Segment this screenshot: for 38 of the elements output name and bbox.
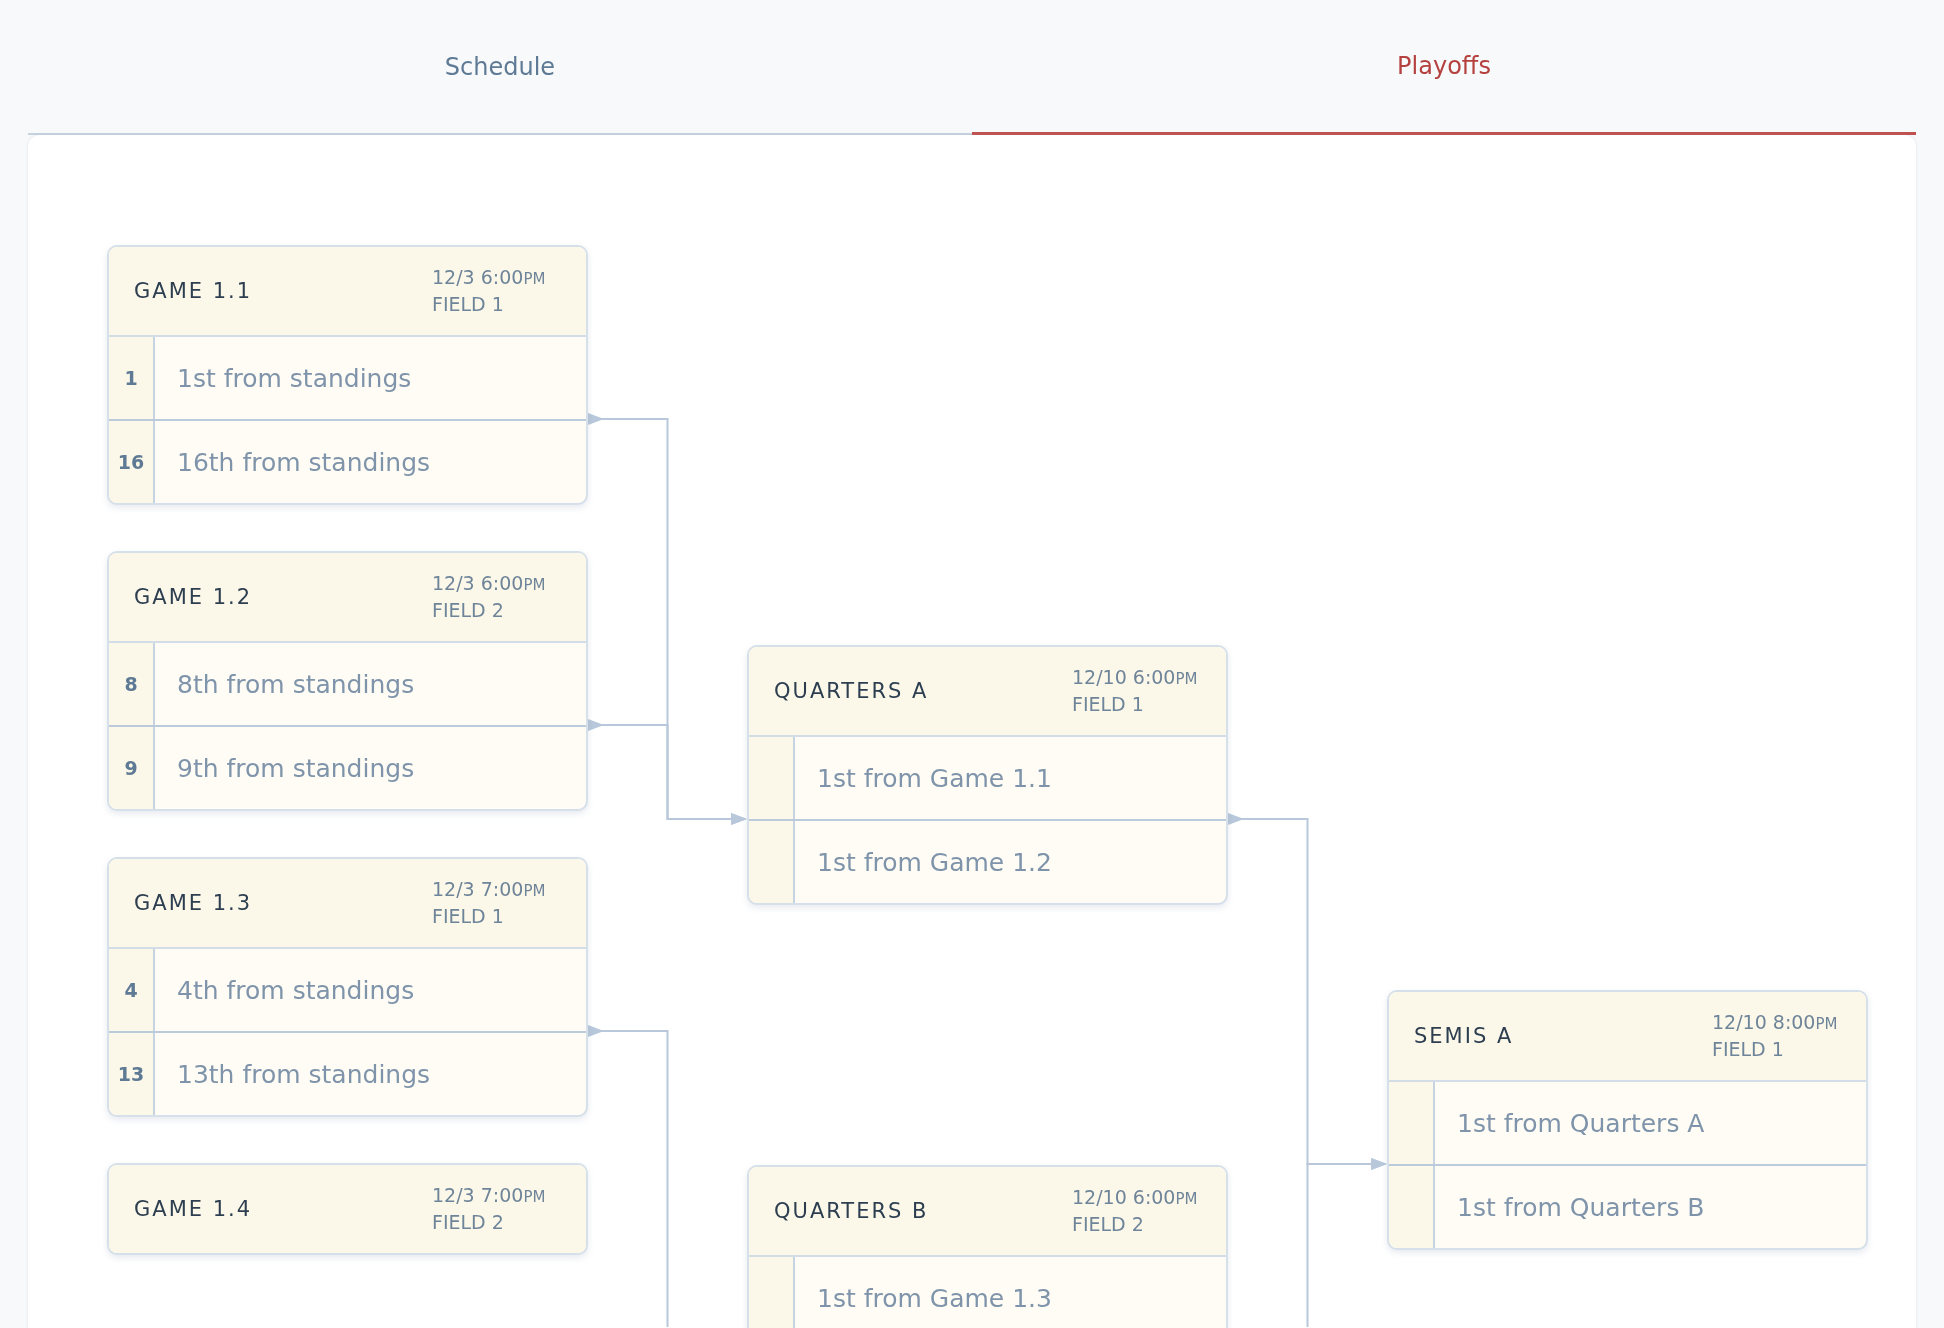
game-title: GAME 1.1 — [134, 279, 253, 303]
team-name: 16th from standings — [177, 447, 431, 477]
team-name: 13th from standings — [177, 1059, 431, 1089]
team-name: 4th from standings — [177, 975, 415, 1005]
team-name: 1st from Game 1.3 — [817, 1283, 1052, 1313]
seed-cell: 8 — [109, 643, 155, 725]
team-name: 1st from Quarters B — [1457, 1192, 1705, 1222]
game-time: 12/10 6:00PM — [1072, 665, 1199, 690]
game-time: 12/3 6:00PM — [432, 265, 547, 290]
team-name: 9th from standings — [177, 753, 415, 783]
game-title: GAME 1.3 — [134, 891, 253, 915]
seed-cell: 13 — [109, 1033, 155, 1115]
game-time: 12/3 7:00PM — [432, 1183, 547, 1208]
field-label: FIELD 1 — [432, 904, 505, 929]
seed-cell: 1 — [109, 337, 155, 419]
game-title: SEMIS A — [1414, 1024, 1514, 1048]
seed-cell: 9 — [109, 727, 155, 809]
team-name: 1st from Quarters A — [1457, 1108, 1705, 1138]
field-label: FIELD 2 — [1072, 1212, 1145, 1237]
game-time: 12/3 6:00PM — [432, 571, 547, 596]
game-title: QUARTERS A — [774, 679, 929, 703]
field-label: FIELD 2 — [432, 1210, 505, 1235]
game-time: 12/3 7:00PM — [432, 877, 547, 902]
game-title: GAME 1.4 — [134, 1197, 253, 1221]
seed-cell: 4 — [109, 949, 155, 1031]
game-title: QUARTERS B — [774, 1199, 929, 1223]
team-name: 1st from standings — [177, 363, 412, 393]
team-name: 8th from standings — [177, 669, 415, 699]
field-label: FIELD 2 — [432, 598, 505, 623]
field-label: FIELD 1 — [1712, 1037, 1785, 1062]
seed-cell: 16 — [109, 421, 155, 503]
team-name: 1st from Game 1.2 — [817, 847, 1052, 877]
game-title: GAME 1.2 — [134, 585, 253, 609]
field-label: FIELD 1 — [432, 292, 505, 317]
game-time: 12/10 8:00PM — [1712, 1010, 1839, 1035]
game-time: 12/10 6:00PM — [1072, 1185, 1199, 1210]
field-label: FIELD 1 — [1072, 692, 1145, 717]
team-name: 1st from Game 1.1 — [817, 763, 1052, 793]
